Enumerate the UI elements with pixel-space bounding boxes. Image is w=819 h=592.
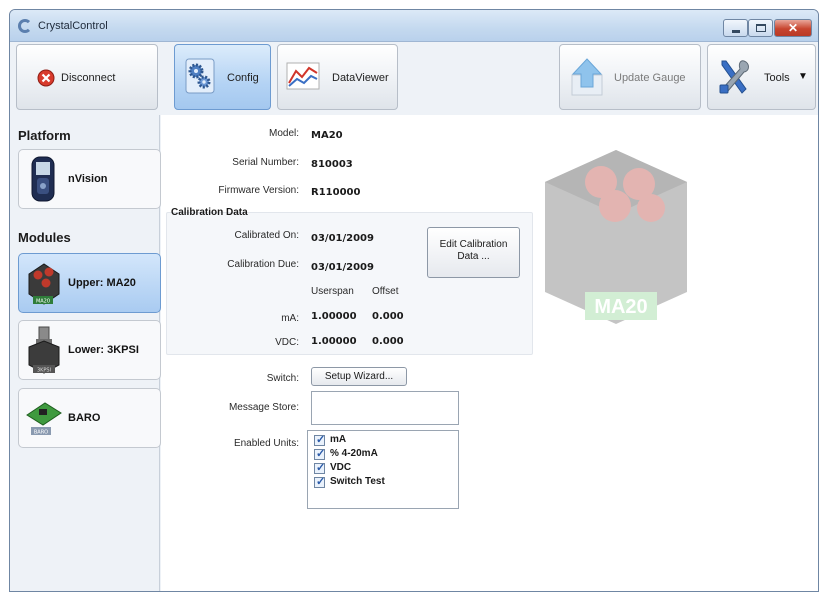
- sidebar-item-nvision[interactable]: nVision: [18, 149, 161, 209]
- title-bar[interactable]: CrystalControl ✕: [10, 10, 818, 42]
- checkbox[interactable]: ✓: [314, 448, 326, 460]
- unit-label: Switch Test: [330, 476, 385, 487]
- update-gauge-button[interactable]: Update Gauge: [559, 44, 701, 110]
- device-image: MA20: [545, 150, 687, 324]
- device-image-label: MA20: [594, 296, 647, 318]
- pressure-module-icon: 3KPSI: [28, 326, 60, 374]
- window-title: CrystalControl: [38, 20, 108, 32]
- config-panel: MA20 Model: MA20 Serial Number: 810003 F…: [161, 115, 818, 591]
- ma-offset-value: 0.000: [372, 311, 404, 322]
- tools-icon: [719, 60, 749, 94]
- ma-row-label: mA:: [281, 313, 299, 324]
- firmware-version-value: R110000: [311, 187, 361, 198]
- edit-calibration-data-button[interactable]: Edit Calibration Data ...: [427, 227, 520, 278]
- app-window: CrystalControl ✕ Disconnect Config DataV…: [9, 9, 819, 592]
- baro-module-icon: BARO: [26, 402, 62, 436]
- serial-number-value: 810003: [311, 159, 353, 170]
- unit-label: VDC: [330, 462, 352, 473]
- sidebar-item-label: Lower: 3KPSI: [68, 344, 139, 356]
- vdc-row-label: VDC:: [275, 337, 299, 348]
- close-icon: ✕: [787, 21, 799, 35]
- checkmark-icon: ✓: [316, 448, 326, 460]
- switch-label: Switch:: [266, 373, 299, 384]
- minimize-button[interactable]: [723, 19, 748, 37]
- tab-config[interactable]: Config: [174, 44, 271, 110]
- calibration-due-value: 03/01/2009: [311, 262, 374, 273]
- edit-calibration-label-line1: Edit Calibration: [439, 239, 508, 250]
- sidebar-item-lower-3kpsi[interactable]: 3KPSI Lower: 3KPSI: [18, 320, 161, 380]
- upload-arrow-icon: [571, 58, 603, 96]
- sidebar-item-baro[interactable]: BARO BARO: [18, 388, 161, 448]
- dropdown-arrow-icon: ▼: [798, 71, 808, 82]
- tools-menu-button[interactable]: Tools ▼: [707, 44, 816, 110]
- checkbox[interactable]: ✓: [314, 462, 326, 474]
- disconnect-icon: [37, 69, 55, 87]
- close-button[interactable]: ✕: [774, 19, 812, 37]
- checkmark-icon: ✓: [316, 434, 326, 446]
- handheld-gauge-icon: [31, 156, 55, 202]
- sidebar: Platform nVision Modules MA20 Upper: MA2…: [10, 115, 161, 591]
- app-icon: [18, 19, 32, 33]
- disconnect-button[interactable]: Disconnect: [16, 44, 158, 110]
- maximize-button[interactable]: [748, 19, 773, 37]
- model-value: MA20: [311, 130, 343, 141]
- module-badge: 3KPSI: [37, 368, 51, 374]
- unit-label: % 4-20mA: [330, 448, 378, 459]
- ma-userspan-value: 1.00000: [311, 311, 357, 322]
- tab-dataviewer[interactable]: DataViewer: [277, 44, 398, 110]
- module-badge: BARO: [34, 430, 48, 436]
- calibration-due-label: Calibration Due:: [227, 259, 299, 270]
- platform-heading: Platform: [18, 128, 71, 143]
- config-label: Config: [227, 72, 259, 84]
- disconnect-label: Disconnect: [61, 72, 116, 84]
- offset-header: Offset: [372, 286, 399, 297]
- serial-number-label: Serial Number:: [232, 157, 299, 168]
- dataviewer-label: DataViewer: [332, 72, 389, 84]
- tools-label: Tools: [764, 72, 790, 84]
- checkmark-icon: ✓: [316, 476, 326, 488]
- calibration-data-title: Calibration Data: [171, 207, 248, 218]
- chart-icon: [286, 62, 320, 90]
- calibrated-on-value: 03/01/2009: [311, 233, 374, 244]
- vdc-userspan-value: 1.00000: [311, 336, 357, 347]
- message-store-label: Message Store:: [228, 402, 299, 413]
- modules-heading: Modules: [18, 230, 71, 245]
- checkbox[interactable]: ✓: [314, 476, 326, 488]
- gears-icon: [185, 58, 215, 94]
- sidebar-item-label: Upper: MA20: [68, 277, 136, 289]
- toolbar: Disconnect Config DataViewer Update Gaug…: [10, 42, 818, 115]
- userspan-header: Userspan: [311, 286, 354, 297]
- minimize-icon: [732, 30, 740, 33]
- maximize-icon: [756, 24, 766, 32]
- edit-calibration-label-line2: Data ...: [457, 251, 490, 262]
- calibrated-on-label: Calibrated On:: [234, 230, 299, 241]
- module-badge: MA20: [36, 299, 50, 305]
- unit-label: mA: [330, 434, 347, 445]
- checkmark-icon: ✓: [316, 462, 326, 474]
- sidebar-item-upper-ma20[interactable]: MA20 Upper: MA20: [18, 253, 161, 313]
- message-store-field[interactable]: [311, 391, 459, 425]
- sidebar-item-label: BARO: [68, 412, 101, 424]
- checkbox[interactable]: ✓: [314, 434, 326, 446]
- ma20-module-icon: MA20: [28, 263, 60, 305]
- model-label: Model:: [268, 128, 299, 139]
- vdc-offset-value: 0.000: [372, 336, 404, 347]
- firmware-version-label: Firmware Version:: [218, 185, 299, 196]
- setup-wizard-button[interactable]: Setup Wizard...: [311, 367, 407, 386]
- enabled-units-list[interactable]: ✓ mA ✓ % 4-20mA ✓ VDC ✓ Switch Test: [307, 430, 459, 509]
- update-gauge-label: Update Gauge: [614, 72, 686, 84]
- enabled-units-label: Enabled Units:: [233, 438, 299, 449]
- sidebar-item-label: nVision: [68, 173, 108, 185]
